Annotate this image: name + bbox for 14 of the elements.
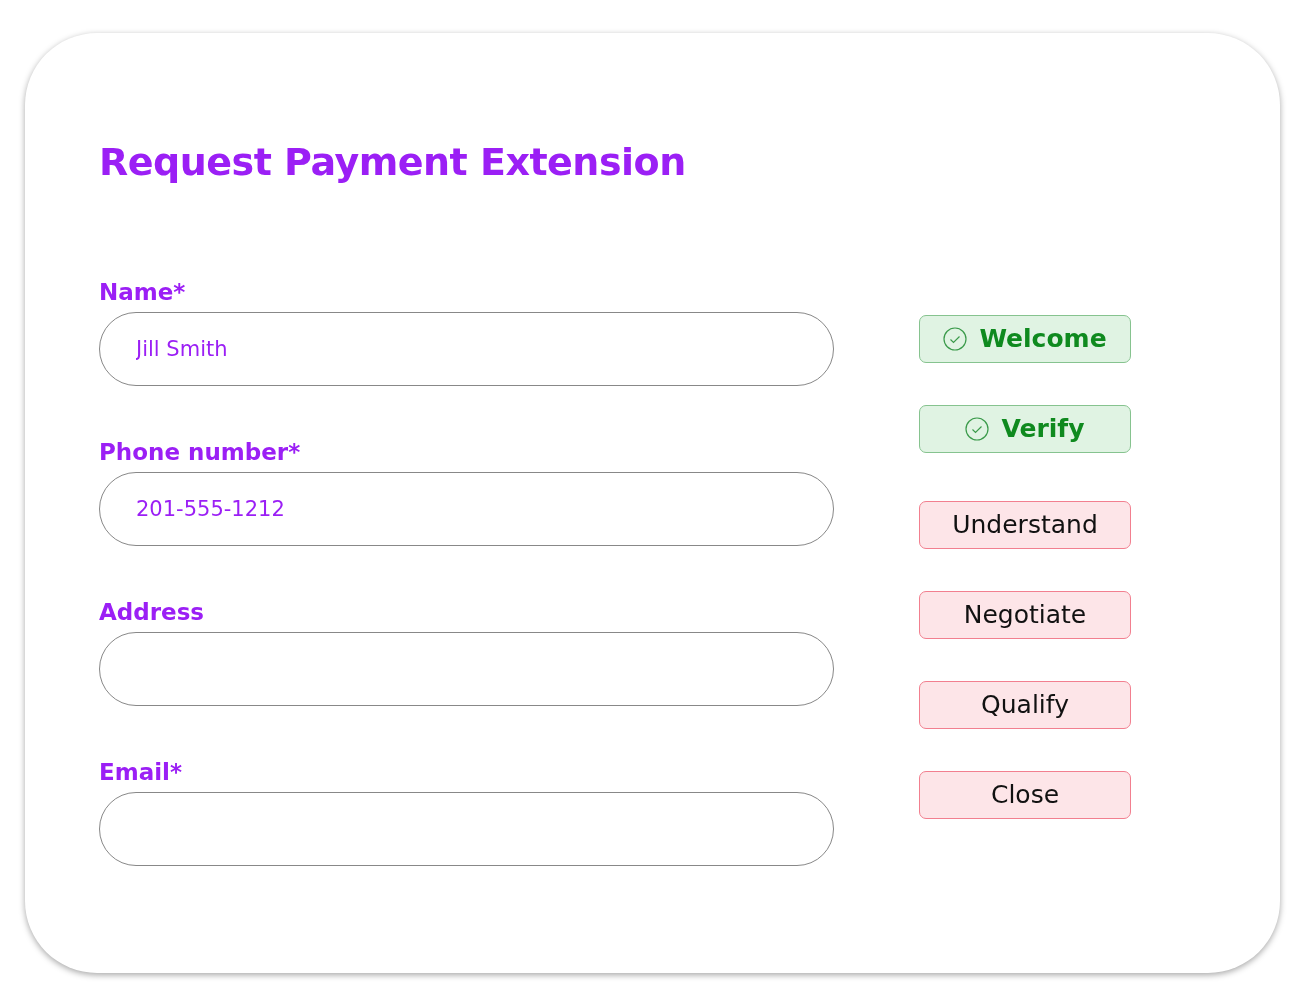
check-circle-icon (965, 417, 990, 441)
check-circle-icon (943, 327, 968, 351)
step-button[interactable]: Verify (919, 405, 1131, 453)
page-title: Request Payment Extension (99, 143, 687, 181)
step-button[interactable]: Close (919, 771, 1131, 819)
field-label: Name* (99, 278, 186, 307)
field-label: Email* (99, 758, 182, 787)
step-button[interactable]: Qualify (919, 681, 1131, 729)
step-button[interactable]: Welcome (919, 315, 1131, 363)
step-button[interactable]: Understand (919, 501, 1131, 549)
input-field[interactable]: 201-555-1212 (99, 472, 834, 546)
step-button[interactable]: Negotiate (919, 591, 1131, 639)
field-label: Address (99, 598, 205, 627)
field-label: Phone number* (99, 438, 301, 467)
